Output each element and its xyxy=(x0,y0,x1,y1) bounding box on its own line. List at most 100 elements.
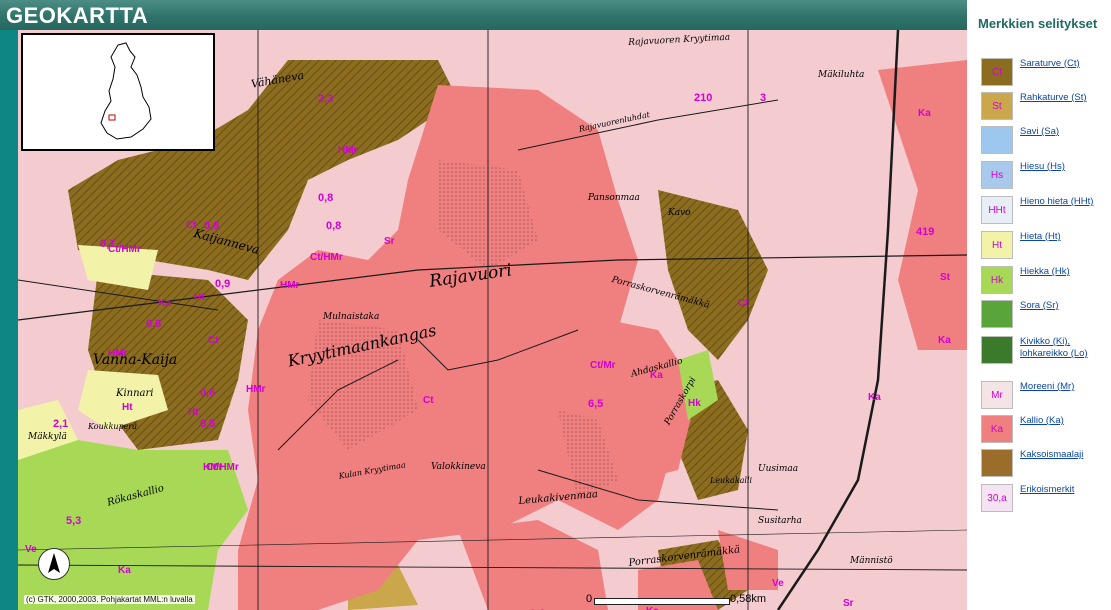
scale-bar-graphic xyxy=(594,598,730,605)
soil-code-label: Sr xyxy=(843,598,854,609)
spot-height-label: 0,9 xyxy=(215,278,231,290)
legend-item[interactable]: HHt Hieno hieta (HHt) xyxy=(981,196,1108,224)
soil-code-label: Ht xyxy=(188,407,199,418)
legend-swatch: St xyxy=(981,92,1013,120)
legend-item[interactable]: St Rahkaturve (St) xyxy=(981,92,1108,120)
legend-swatch: Hk xyxy=(981,266,1013,294)
legend-link[interactable]: Sora (Sr) xyxy=(1020,300,1108,312)
legend-swatch: 30,a xyxy=(981,484,1013,512)
copyright-text: (c) GTK, 2000,2003. Pohjakartat MML:n lu… xyxy=(24,595,195,604)
scale-end-label: 0,58km xyxy=(730,593,767,605)
legend-swatch: Mr xyxy=(981,381,1013,409)
legend-symbol xyxy=(982,337,1012,363)
soil-code-label: Ct/Mr xyxy=(590,360,616,371)
legend-link[interactable]: Kaksoismaalaji xyxy=(1020,449,1108,461)
place-name-label: Mulnaistaka xyxy=(323,312,380,322)
legend-link[interactable]: Hieno hieta (HHt) xyxy=(1020,196,1108,208)
legend-link[interactable]: Hiekka (Hk) xyxy=(1020,266,1108,278)
place-name-label: Kinnari xyxy=(116,388,154,399)
legend-symbol: Hs xyxy=(990,170,1004,181)
legend-swatch: Ct xyxy=(981,58,1013,86)
spot-height-label: 0,5 xyxy=(200,418,216,430)
legend-item[interactable]: Kivikko (Ki), lohkareikko (Lo) xyxy=(981,336,1108,364)
legend-item[interactable]: Ka Kallio (Ka) xyxy=(981,415,1108,443)
spot-height-label: 0,6 xyxy=(200,387,216,399)
soil-code-label: Ka xyxy=(868,392,881,403)
legend-symbol: St xyxy=(992,101,1002,112)
legend-item[interactable]: Hk Hiekka (Hk) xyxy=(981,266,1108,294)
soil-code-label: HMr xyxy=(338,145,358,156)
legend-title: Merkkien selitykset xyxy=(978,16,1098,31)
legend-symbol: 30,a xyxy=(987,493,1007,504)
legend-swatch xyxy=(981,126,1013,154)
legend-symbol xyxy=(982,301,1012,327)
legend-link[interactable]: Savi (Sa) xyxy=(1020,126,1108,138)
spot-height-label: 3 xyxy=(760,92,767,104)
spot-height-label: 0,7 xyxy=(100,238,116,250)
north-arrow-icon xyxy=(38,548,70,580)
legend-link[interactable]: Moreeni (Mr) xyxy=(1020,381,1108,393)
spot-height-label: 0,8 xyxy=(204,220,220,232)
legend-item[interactable]: Ct Saraturve (Ct) xyxy=(981,58,1108,86)
legend-swatch: HHt xyxy=(981,196,1013,224)
legend-item[interactable]: Mr Moreeni (Mr) xyxy=(981,381,1108,409)
soil-code-label: Hk xyxy=(688,398,701,409)
place-name-label: Mäkiluhta xyxy=(818,70,865,80)
scale-start-label: 0 xyxy=(586,593,593,605)
soil-code-label: HMr xyxy=(246,384,266,395)
legend-symbol: Hk xyxy=(990,275,1004,286)
soil-code-label: Ka xyxy=(650,370,663,381)
legend-item[interactable]: Sora (Sr) xyxy=(981,300,1108,328)
map-view[interactable]: Vähäneva Kaijanneva Rajavuori Kryytimaankan… xyxy=(18,30,967,610)
soil-code-label: Ve xyxy=(772,578,784,589)
soil-code-label: Ct xyxy=(186,220,197,231)
legend-panel: Merkkien selitykset Ct Saraturve (Ct) St Ra… xyxy=(967,0,1111,610)
legend-symbol: Ct xyxy=(992,67,1002,78)
spot-height-label: 2,1 xyxy=(53,418,69,430)
place-name-label: Männistö xyxy=(850,556,893,566)
soil-code-label: Ct xyxy=(738,298,749,309)
place-name-label: Valokkineva xyxy=(431,462,486,472)
legend-link[interactable]: Rahkaturve (St) xyxy=(1020,92,1108,104)
place-name-label: Susitarha xyxy=(758,516,802,526)
place-name-label: Uusimaa xyxy=(758,464,799,474)
place-name-label: Koukkuperä xyxy=(88,422,138,431)
soil-code-label: Ct xyxy=(208,335,219,346)
spot-height-label: 2,3 xyxy=(318,93,334,105)
spot-height-label: 6,5 xyxy=(588,398,604,410)
legend-symbol: Ht xyxy=(992,240,1002,251)
app-header: GEOKARTTA xyxy=(0,0,967,30)
legend-swatch xyxy=(981,336,1013,364)
spot-height-label: 0,8 xyxy=(326,220,342,232)
legend-symbol: Ka xyxy=(990,424,1004,435)
place-name-label: Leukakalli xyxy=(710,476,753,485)
spot-height-label: 210 xyxy=(694,92,713,104)
legend-item[interactable]: 30,a Erikoismerkit xyxy=(981,484,1108,512)
legend-link[interactable]: Hieta (Ht) xyxy=(1020,231,1108,243)
app-title: GEOKARTTA xyxy=(6,3,149,28)
legend-item[interactable]: Savi (Sa) xyxy=(981,126,1108,154)
legend-link[interactable]: Kallio (Ka) xyxy=(1020,415,1108,427)
legend-swatch xyxy=(981,449,1013,477)
legend-symbol xyxy=(982,127,1012,153)
legend-link[interactable]: Kivikko (Ki), lohkareikko (Lo) xyxy=(1020,336,1108,360)
soil-code-label: HMr xyxy=(280,280,300,291)
legend-swatch: Hs xyxy=(981,161,1013,189)
legend-link[interactable]: Erikoismerkit xyxy=(1020,484,1108,496)
legend-item[interactable]: Hs Hiesu (Hs) xyxy=(981,161,1108,189)
spot-height-label: 5,3 xyxy=(66,515,82,527)
spot-height-label: 0,8 xyxy=(318,192,334,204)
legend-item[interactable]: Ht Hieta (Ht) xyxy=(981,231,1108,259)
spot-height-label: 0,6 xyxy=(146,318,162,330)
legend-item[interactable]: Kaksoismaalaji xyxy=(981,449,1108,477)
soil-code-label: Ve xyxy=(25,544,37,555)
legend-link[interactable]: Saraturve (Ct) xyxy=(1020,58,1108,70)
finland-outline xyxy=(100,42,152,140)
soil-code-label: Ct xyxy=(423,395,434,406)
legend-swatch: Ht xyxy=(981,231,1013,259)
legend-link[interactable]: Hiesu (Hs) xyxy=(1020,161,1108,173)
soil-code-label: St xyxy=(940,272,950,283)
soil-code-label: Ct/HMr xyxy=(206,462,239,473)
overview-map[interactable] xyxy=(21,33,215,151)
legend-symbol: HHt xyxy=(988,205,1006,216)
